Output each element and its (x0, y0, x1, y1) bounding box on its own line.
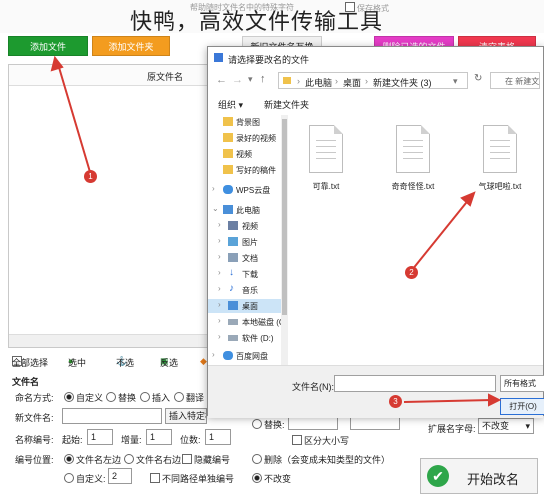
annotation-layer (50, 55, 502, 407)
arrow-head-2 (460, 191, 476, 207)
annotation-arrow-1 (57, 63, 91, 173)
arrow-head-3 (488, 393, 502, 407)
annotation-arrow-2 (411, 197, 471, 271)
annotation-arrow-3 (403, 399, 493, 403)
arrow-head-1 (50, 55, 64, 72)
annotation-marker-3: 3 (389, 395, 402, 408)
annotation-marker-2: 2 (405, 266, 418, 279)
annotation-marker-1: 1 (84, 170, 97, 183)
